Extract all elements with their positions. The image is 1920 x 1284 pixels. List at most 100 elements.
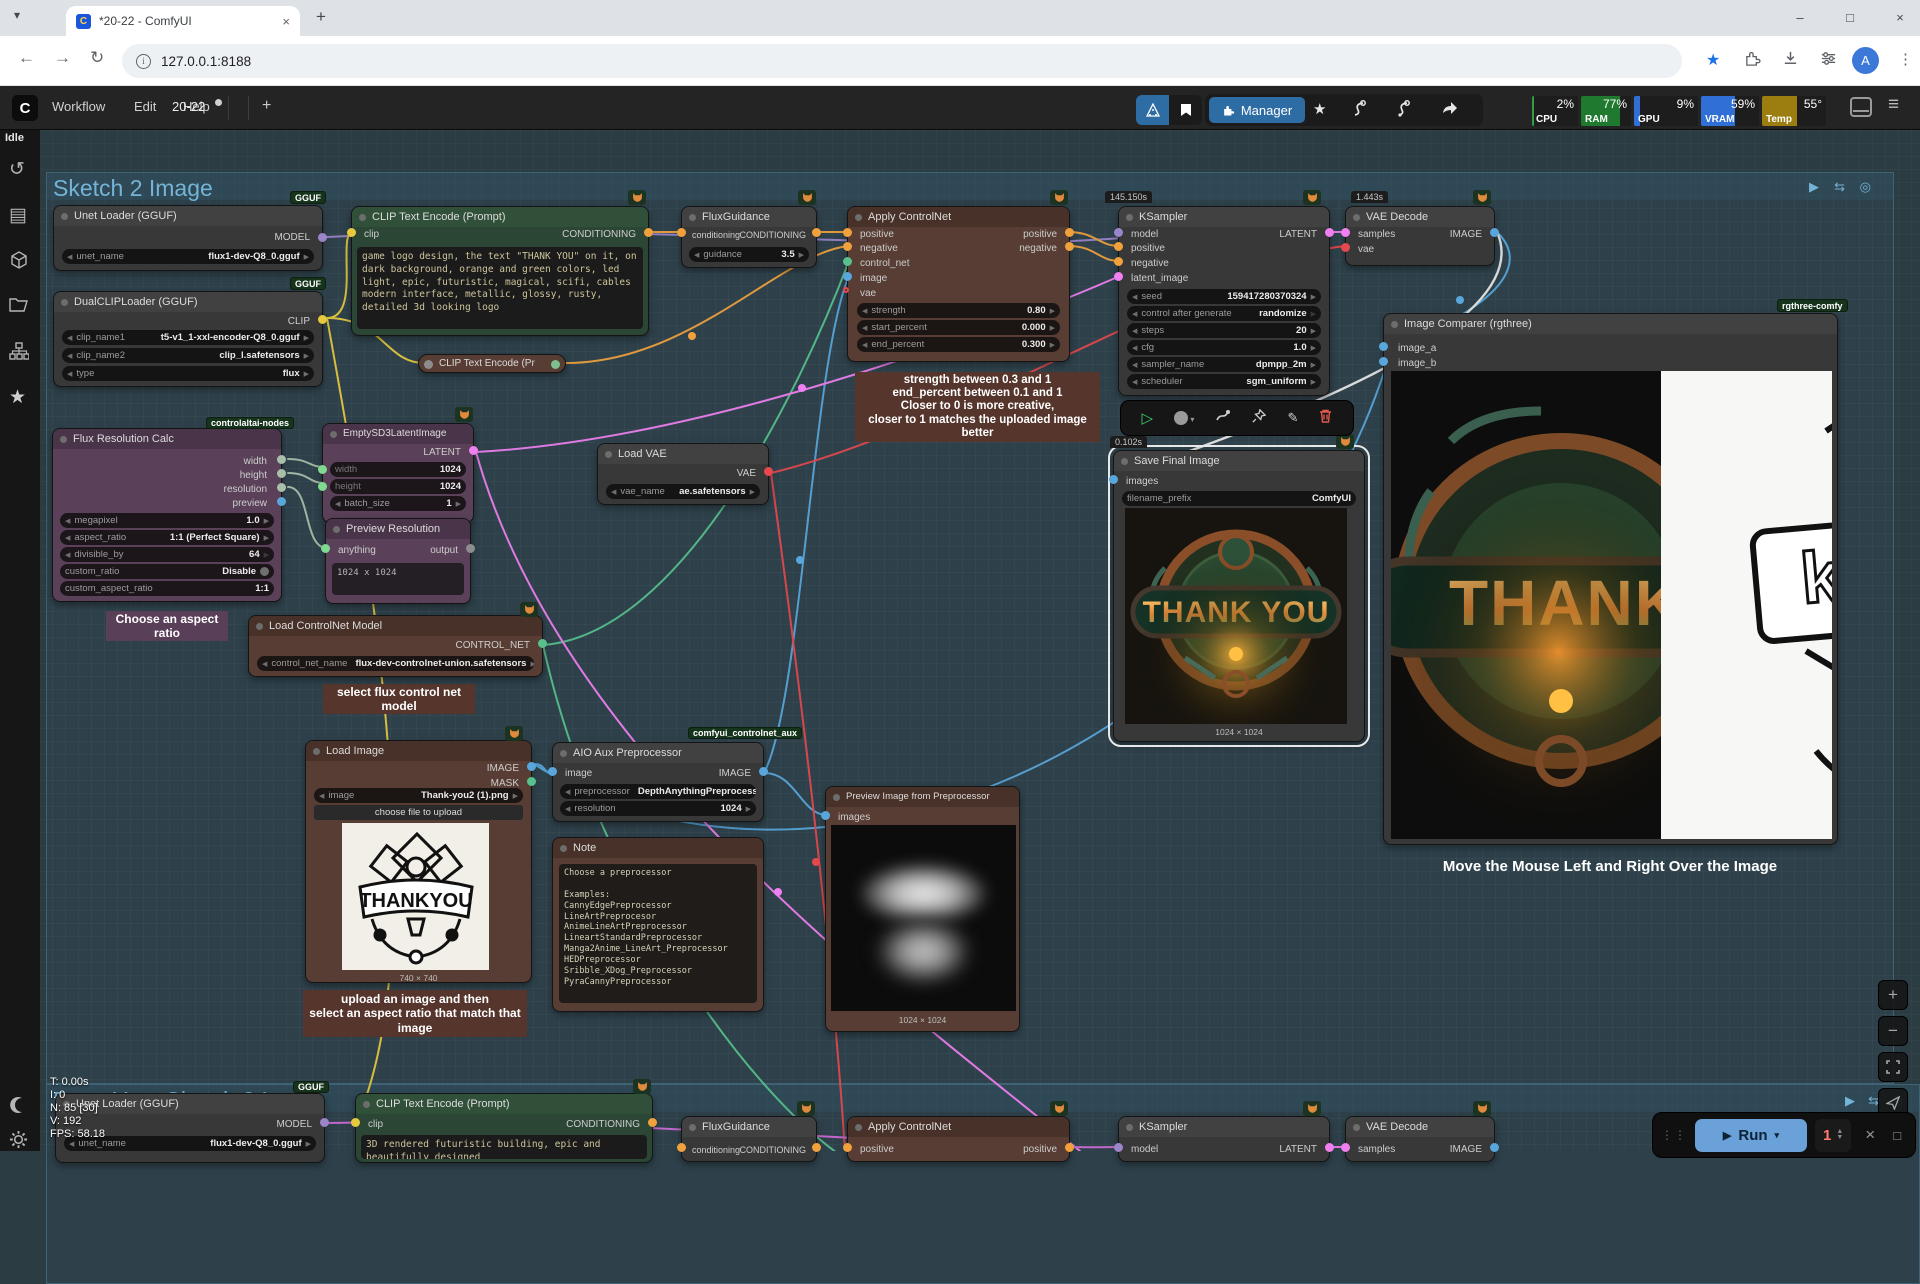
node-flux-resolution-calc[interactable]: Flux Resolution Calc width height resolu… xyxy=(52,428,282,602)
history-icon[interactable]: ↺ xyxy=(9,158,25,181)
favorites-star-icon[interactable]: ★ xyxy=(9,386,26,409)
node-unet-loader-gguf[interactable]: Unet Loader (GGUF) MODEL ◀unet_nameflux1… xyxy=(53,205,323,271)
widget-filename-prefix[interactable]: filename_prefixComfyUI xyxy=(1122,491,1356,506)
group-title[interactable]: Sketch 2 Image xyxy=(53,175,213,202)
menu-edit[interactable]: Edit xyxy=(134,99,156,114)
widget-divisible-by[interactable]: ◀divisible_by64▶ xyxy=(60,547,274,562)
node-vae-decode-2[interactable]: VAE Decode samples IMAGE xyxy=(1345,1116,1495,1162)
collapse-dot[interactable] xyxy=(359,214,366,221)
images-input-dot[interactable] xyxy=(821,811,830,820)
new-tab-icon[interactable]: + xyxy=(316,7,326,27)
delete-icon[interactable] xyxy=(1319,409,1332,428)
node-dualcliploader-gguf[interactable]: DualCLIPLoader (GGUF) CLIP ◀clip_name1t5… xyxy=(53,291,323,387)
run-bar[interactable]: ⋮⋮ ▶Run▾ 1 ▲▼ × □ xyxy=(1652,1112,1916,1158)
pin-icon[interactable] xyxy=(1252,409,1266,428)
node-preview-image-preprocessor[interactable]: Preview Image from Preprocessor images 1… xyxy=(825,786,1020,1032)
run-button[interactable]: ▶Run▾ xyxy=(1695,1119,1807,1152)
window-maximize-icon[interactable]: □ xyxy=(1832,4,1868,30)
widget-vae-name[interactable]: ◀vae_nameae.safetensors▶ xyxy=(606,484,760,499)
conditioning-input-dot[interactable] xyxy=(677,228,686,237)
forward-icon[interactable]: → xyxy=(54,48,71,68)
collapse-dot[interactable] xyxy=(1353,1124,1360,1131)
width-input-dot[interactable] xyxy=(318,465,327,474)
image-input-dot[interactable] xyxy=(548,767,557,776)
note-textarea[interactable]: Choose a preprocessor Examples: CannyEdg… xyxy=(559,864,757,1003)
group-fit-icon[interactable]: ⇆ xyxy=(1834,179,1845,195)
queue-icon[interactable]: ▤ xyxy=(9,204,27,227)
group-draw-sketch2image[interactable]: Draw Your Sketch 2 Image ▶ ⇆ ◎ xyxy=(46,1084,1920,1284)
widget-end-percent[interactable]: ◀end_percent0.300▶ xyxy=(857,337,1060,352)
models-icon[interactable] xyxy=(9,250,29,276)
vae-input-dot[interactable] xyxy=(843,287,849,293)
stop-icon[interactable]: □ xyxy=(1893,1128,1901,1143)
node-image-comparer[interactable]: Image Comparer (rgthree) image_a image_b… xyxy=(1383,313,1838,845)
group-run-icon[interactable]: ▶ xyxy=(1845,1093,1855,1109)
update-hook-icon[interactable] xyxy=(1351,100,1367,123)
widget-width-converted[interactable]: width1024 xyxy=(330,462,466,477)
tab-close-icon[interactable]: × xyxy=(282,14,290,29)
hamburger-menu-icon[interactable]: ≡ xyxy=(1888,94,1899,116)
back-icon[interactable]: ← xyxy=(18,48,35,68)
widget-megapixel[interactable]: ◀megapixel1.0▶ xyxy=(60,513,274,528)
widget-resolution[interactable]: ◀resolution1024▶ xyxy=(560,801,756,816)
prompt-textarea[interactable]: game logo design, the text "THANK YOU" o… xyxy=(357,247,643,329)
selection-toolbar[interactable]: ▷ ▾ ✎ xyxy=(1120,400,1354,436)
share-icon[interactable] xyxy=(1441,100,1458,120)
node-clip-text-encode-positive[interactable]: CLIP Text Encode (Prompt) clip CONDITION… xyxy=(351,206,649,336)
control-net-input-dot[interactable] xyxy=(843,257,852,266)
node-emptysd3latentimage[interactable]: EmptySD3LatentImage LATENT width1024 hei… xyxy=(322,423,474,523)
profile-avatar[interactable]: A xyxy=(1852,47,1879,74)
widget-type[interactable]: ◀typeflux▶ xyxy=(62,366,314,381)
color-picker-icon[interactable]: ▾ xyxy=(1174,409,1194,427)
widget-preprocessor[interactable]: ◀preprocessorDepthAnythingPreprocessor▶ xyxy=(560,784,756,799)
clear-queue-icon[interactable]: × xyxy=(1865,1125,1875,1145)
node-apply-controlnet[interactable]: Apply ControlNet positive negative contr… xyxy=(847,206,1070,362)
manager-star-icon[interactable]: ★ xyxy=(1313,100,1326,118)
clip-input-dot[interactable] xyxy=(347,228,356,237)
clip-input-dot[interactable] xyxy=(351,1118,360,1127)
model-input-dot[interactable] xyxy=(1114,228,1123,237)
collapse-dot[interactable] xyxy=(330,431,337,438)
workflows-folder-icon[interactable] xyxy=(9,296,29,318)
collapsed-output-dot[interactable] xyxy=(551,360,560,369)
downloads-icon[interactable] xyxy=(1782,50,1799,72)
browser-menu-icon[interactable]: ⋮ xyxy=(1898,50,1913,68)
image-b-input-dot[interactable] xyxy=(1379,357,1388,366)
site-info-icon[interactable]: i xyxy=(136,54,151,69)
widget-clip-name1[interactable]: ◀clip_name1t5-v1_1-xxl-encoder-Q8_0.gguf… xyxy=(62,330,314,345)
anything-input-dot[interactable] xyxy=(321,544,330,553)
widget-custom-aspect-ratio[interactable]: custom_aspect_ratio1:1 xyxy=(60,581,274,596)
prompt-textarea[interactable]: 3D rendered futuristic building, epic an… xyxy=(361,1135,647,1159)
bypass-icon[interactable] xyxy=(1215,409,1231,428)
update-hook2-icon[interactable] xyxy=(1395,100,1411,123)
image-output-dot[interactable] xyxy=(759,767,768,776)
widget-aspect-ratio[interactable]: ◀aspect_ratio1:1 (Perfect Square)▶ xyxy=(60,530,274,545)
comfyui-logo[interactable]: C xyxy=(12,95,38,121)
collapse-dot[interactable] xyxy=(61,213,68,220)
zoom-in-button[interactable]: + xyxy=(1878,980,1908,1010)
edit-icon[interactable]: ✎ xyxy=(1288,410,1299,426)
latent-input-dot[interactable] xyxy=(1114,272,1123,281)
address-bar[interactable]: i 127.0.0.1:8188 xyxy=(122,44,1682,78)
node-clip-text-encode-positive-2[interactable]: CLIP Text Encode (Prompt) clip CONDITION… xyxy=(355,1093,653,1163)
collapse-dot[interactable] xyxy=(333,526,340,533)
drag-handle-icon[interactable]: ⋮⋮ xyxy=(1661,1128,1687,1142)
reload-icon[interactable]: ↻ xyxy=(90,48,104,68)
collapse-dot[interactable] xyxy=(560,750,567,757)
height-input-dot[interactable] xyxy=(318,482,327,491)
collapse-dot[interactable] xyxy=(605,451,612,458)
collapse-dot[interactable] xyxy=(1126,214,1133,221)
node-fluxguidance[interactable]: FluxGuidance conditioning CONDITIONING ◀… xyxy=(681,206,817,268)
collapse-dot[interactable] xyxy=(833,794,840,801)
image-input-dot[interactable] xyxy=(843,272,852,281)
group-run-icon[interactable]: ▶ xyxy=(1809,179,1819,195)
canvas-toggle-button[interactable] xyxy=(1136,95,1169,125)
batch-count-stepper[interactable]: 1 ▲▼ xyxy=(1815,1119,1851,1152)
final-image-preview[interactable]: THANK YOU xyxy=(1125,508,1347,724)
positive-output-dot[interactable] xyxy=(1065,228,1074,237)
collapse-dot[interactable] xyxy=(1126,1124,1133,1131)
bookmark-star-icon[interactable]: ★ xyxy=(1706,50,1720,70)
image-output-dot[interactable] xyxy=(1490,228,1499,237)
collapsed-input-dot[interactable] xyxy=(424,360,433,369)
height-output-dot[interactable] xyxy=(277,469,286,478)
